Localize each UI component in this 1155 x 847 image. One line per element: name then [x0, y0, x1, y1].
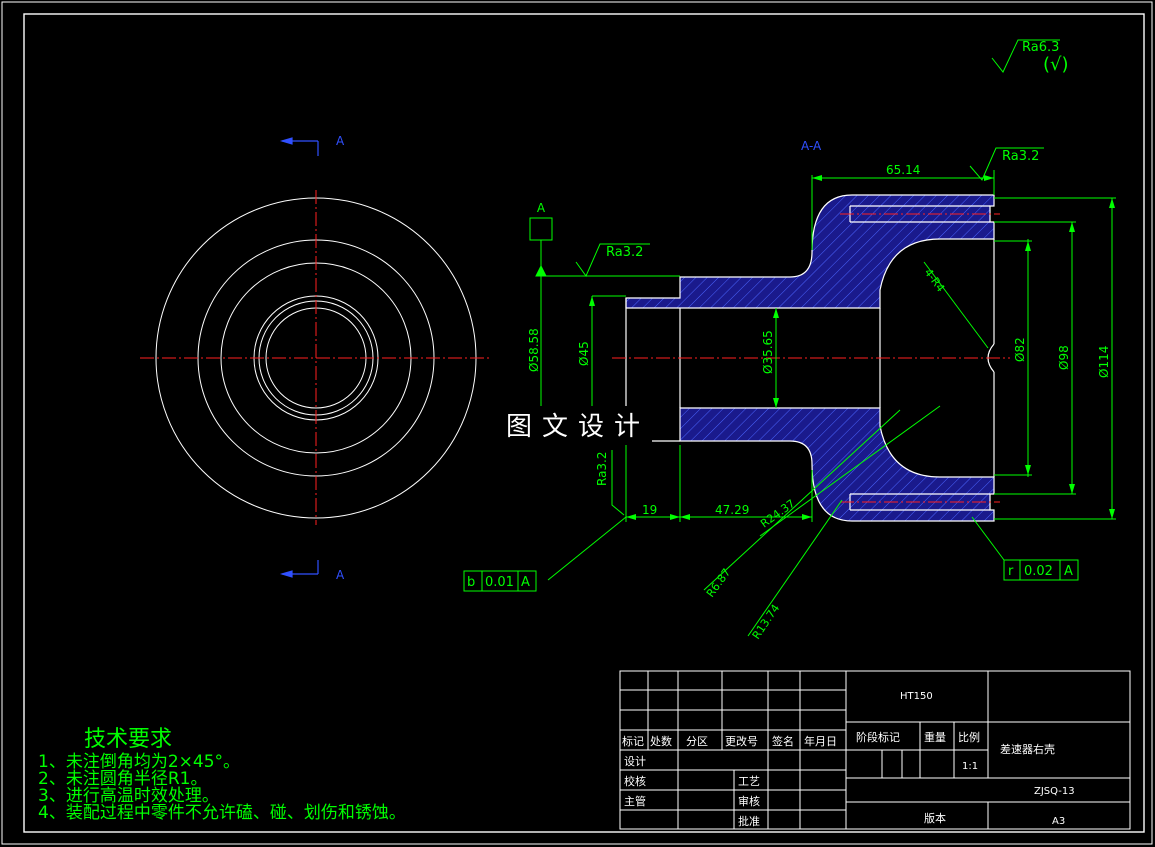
surface-finish-default: Ra6.3 (√) [991, 39, 1069, 75]
tb-sheet-size: A3 [1052, 816, 1065, 827]
dim-r6: R6.87 [704, 566, 733, 600]
tech-requirements: 技术要求 1、未注倒角均为2×45°。 2、未注圆角半径R1。 3、进行高温时效… [38, 726, 406, 822]
section-label-bottom: A [336, 568, 345, 582]
tb-mark: 标记 [622, 734, 644, 748]
dim-dia-35: Ø35.65 [761, 330, 775, 374]
tb-stage-mark: 阶段标记 [856, 730, 900, 744]
dim-length-19: 19 [642, 503, 657, 517]
dim-dia-45: Ø45 [577, 341, 591, 366]
section-label-top: A [336, 134, 345, 148]
tb-zone: 分区 [686, 735, 708, 748]
watermark: 图文设计 [504, 406, 653, 443]
dim-4r4: 4-R4 [922, 266, 948, 294]
tb-supervisor: 主管 [624, 794, 646, 808]
tol1-datum: A [521, 575, 530, 590]
end-view-centerlines [140, 190, 492, 525]
dim-dia-58: Ø58.58 [527, 328, 541, 372]
tb-part-name: 差速器右壳 [1000, 742, 1055, 756]
tb-scale: 1:1 [962, 761, 978, 772]
tb-change-doc: 更改号 [725, 734, 758, 748]
section-title: A-A [801, 139, 822, 153]
dim-dia-114: Ø114 [1097, 346, 1111, 378]
tb-sign: 签名 [772, 734, 794, 748]
tech-title: 技术要求 [84, 727, 173, 752]
tol2-symbol: r [1008, 564, 1014, 579]
finish-value: Ra6.3 [1022, 40, 1059, 55]
tb-weight: 重量 [924, 730, 946, 744]
tb-approve: 批准 [738, 814, 760, 828]
tb-ratio: 比例 [958, 730, 980, 744]
tol1-value: 0.01 [485, 575, 514, 590]
tol2-datum: A [1064, 564, 1073, 579]
roughness-mark-2: Ra3.2 [1002, 149, 1039, 164]
dim-length-65: 65.14 [886, 163, 920, 177]
tb-material: HT150 [900, 691, 933, 702]
tol1-symbol: b [467, 575, 475, 590]
dim-dia-98: Ø98 [1057, 345, 1071, 370]
tol2-value: 0.02 [1024, 564, 1053, 579]
section-centerlines [612, 213, 1010, 503]
tb-design: 设计 [624, 755, 646, 768]
tb-review: 审核 [738, 794, 760, 808]
dim-r13: R13.74 [750, 602, 783, 642]
tech-item-4: 4、装配过程中零件不允许磕、碰、划伤和锈蚀。 [38, 803, 406, 823]
roughness-mark-3: Ra3.2 [595, 451, 609, 486]
datum-label: A [537, 201, 546, 215]
roughness-mark-1: Ra3.2 [606, 245, 643, 260]
tb-drawing-number: ZJSQ-13 [1034, 786, 1075, 797]
dimension-lines [463, 147, 1116, 637]
dim-length-47: 47.29 [715, 503, 749, 517]
tb-date: 年月日 [804, 734, 837, 748]
tb-process: 工艺 [738, 775, 760, 788]
finish-other: (√) [1043, 54, 1069, 75]
tb-count: 处数 [650, 735, 672, 748]
tb-check: 校核 [624, 774, 646, 788]
tb-version: 版本 [924, 811, 946, 825]
dim-dia-82: Ø82 [1013, 337, 1027, 362]
